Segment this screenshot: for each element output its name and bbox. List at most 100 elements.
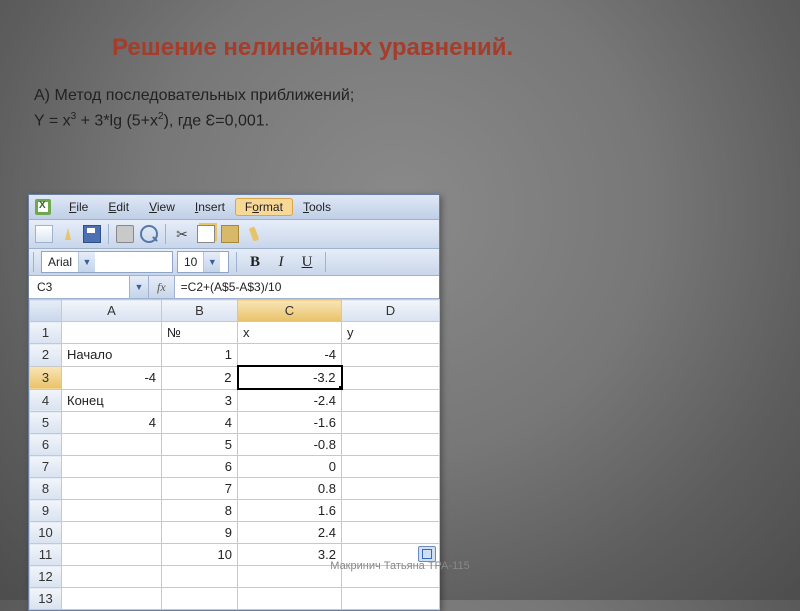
cell-A5[interactable]: 4 <box>62 412 162 434</box>
open-button[interactable] <box>57 223 79 245</box>
row-header[interactable]: 5 <box>30 412 62 434</box>
row-header[interactable]: 7 <box>30 456 62 478</box>
menu-edit[interactable]: Edit <box>98 198 139 216</box>
cell-A1[interactable] <box>62 322 162 344</box>
cell-D9[interactable] <box>342 500 440 522</box>
slide-footer: Макринич Татьяна ТРА-115 <box>0 560 800 572</box>
cell-C3[interactable]: -3.2 <box>238 366 342 389</box>
brush-button[interactable] <box>243 223 265 245</box>
dropdown-icon[interactable]: ▼ <box>203 252 220 272</box>
dropdown-icon[interactable]: ▼ <box>130 276 149 298</box>
brush-icon <box>251 227 257 241</box>
row-header[interactable]: 1 <box>30 322 62 344</box>
menu-tools[interactable]: Tools <box>293 198 341 216</box>
cell-C4[interactable]: -2.4 <box>238 389 342 412</box>
col-header-B[interactable]: B <box>162 300 238 322</box>
cell-A13[interactable] <box>62 588 162 610</box>
cut-icon: ✂ <box>176 226 188 243</box>
paste-icon <box>221 225 239 243</box>
cell-A3[interactable]: -4 <box>62 366 162 389</box>
col-header-C[interactable]: C <box>238 300 342 322</box>
cell-C9[interactable]: 1.6 <box>238 500 342 522</box>
select-all-corner[interactable] <box>30 300 62 322</box>
print-icon <box>116 225 134 243</box>
menu-insert[interactable]: Insert <box>185 198 235 216</box>
name-box[interactable]: C3 <box>29 276 130 298</box>
cell-A2[interactable]: Начало <box>62 344 162 367</box>
cell-B6[interactable]: 5 <box>162 434 238 456</box>
cell-A7[interactable] <box>62 456 162 478</box>
copy-button[interactable] <box>195 223 217 245</box>
col-header-A[interactable]: A <box>62 300 162 322</box>
font-size-select[interactable]: 10 ▼ <box>177 251 229 273</box>
cell-B2[interactable]: 1 <box>162 344 238 367</box>
cell-D3[interactable] <box>342 366 440 389</box>
paste-button[interactable] <box>219 223 241 245</box>
cell-C13[interactable] <box>238 588 342 610</box>
cell-C8[interactable]: 0.8 <box>238 478 342 500</box>
fx-label[interactable]: fx <box>149 280 174 295</box>
app-icon[interactable] <box>35 199 51 215</box>
row-header[interactable]: 2 <box>30 344 62 367</box>
cell-B3[interactable]: 2 <box>162 366 238 389</box>
preview-icon <box>140 225 158 243</box>
bold-button[interactable]: B <box>244 252 266 272</box>
menu-file[interactable]: File <box>59 198 98 216</box>
preview-button[interactable] <box>138 223 160 245</box>
cell-A9[interactable] <box>62 500 162 522</box>
cell-C2[interactable]: -4 <box>238 344 342 367</box>
cell-B8[interactable]: 7 <box>162 478 238 500</box>
cell-C7[interactable]: 0 <box>238 456 342 478</box>
save-icon <box>83 225 101 243</box>
print-button[interactable] <box>114 223 136 245</box>
cell-D2[interactable] <box>342 344 440 367</box>
cell-B1[interactable]: № <box>162 322 238 344</box>
formula-bar: C3 ▼ fx =C2+(A$5-A$3)/10 <box>29 276 439 299</box>
cell-B9[interactable]: 8 <box>162 500 238 522</box>
cell-B10[interactable]: 9 <box>162 522 238 544</box>
row-header[interactable]: 10 <box>30 522 62 544</box>
formula-input[interactable]: =C2+(A$5-A$3)/10 <box>174 276 439 298</box>
cell-D8[interactable] <box>342 478 440 500</box>
cut-button[interactable]: ✂ <box>171 223 193 245</box>
italic-button[interactable]: I <box>270 252 292 272</box>
cell-D10[interactable] <box>342 522 440 544</box>
row-header[interactable]: 9 <box>30 500 62 522</box>
cell-A10[interactable] <box>62 522 162 544</box>
spreadsheet-window: FileEditViewInsertFormatTools ✂ Arial ▼ … <box>28 194 440 611</box>
cell-D7[interactable] <box>342 456 440 478</box>
col-header-D[interactable]: D <box>342 300 440 322</box>
save-button[interactable] <box>81 223 103 245</box>
menu-format[interactable]: Format <box>235 198 293 216</box>
cell-B4[interactable]: 3 <box>162 389 238 412</box>
cell-B13[interactable] <box>162 588 238 610</box>
cell-A6[interactable] <box>62 434 162 456</box>
cell-C5[interactable]: -1.6 <box>238 412 342 434</box>
slide-title: Решение нелинейных уравнений. <box>0 0 800 66</box>
cell-D5[interactable] <box>342 412 440 434</box>
row-header[interactable]: 13 <box>30 588 62 610</box>
row-header[interactable]: 6 <box>30 434 62 456</box>
new-icon <box>35 225 53 243</box>
cell-A4[interactable]: Конец <box>62 389 162 412</box>
menu-view[interactable]: View <box>139 198 185 216</box>
cell-D4[interactable] <box>342 389 440 412</box>
dropdown-icon[interactable]: ▼ <box>78 252 95 272</box>
row-header[interactable]: 8 <box>30 478 62 500</box>
cell-A8[interactable] <box>62 478 162 500</box>
cell-C6[interactable]: -0.8 <box>238 434 342 456</box>
cell-D13[interactable] <box>342 588 440 610</box>
cell-C1[interactable]: x <box>238 322 342 344</box>
method-line: А) Метод последовательных приближений; <box>34 84 800 109</box>
row-header[interactable]: 4 <box>30 389 62 412</box>
cell-B5[interactable]: 4 <box>162 412 238 434</box>
cell-B7[interactable]: 6 <box>162 456 238 478</box>
cell-C10[interactable]: 2.4 <box>238 522 342 544</box>
cell-D1[interactable]: y <box>342 322 440 344</box>
cell-D6[interactable] <box>342 434 440 456</box>
underline-button[interactable]: U <box>296 252 318 272</box>
font-select[interactable]: Arial ▼ <box>41 251 173 273</box>
slide-body: А) Метод последовательных приближений; Y… <box>0 66 800 134</box>
row-header[interactable]: 3 <box>30 366 62 389</box>
new-button[interactable] <box>33 223 55 245</box>
